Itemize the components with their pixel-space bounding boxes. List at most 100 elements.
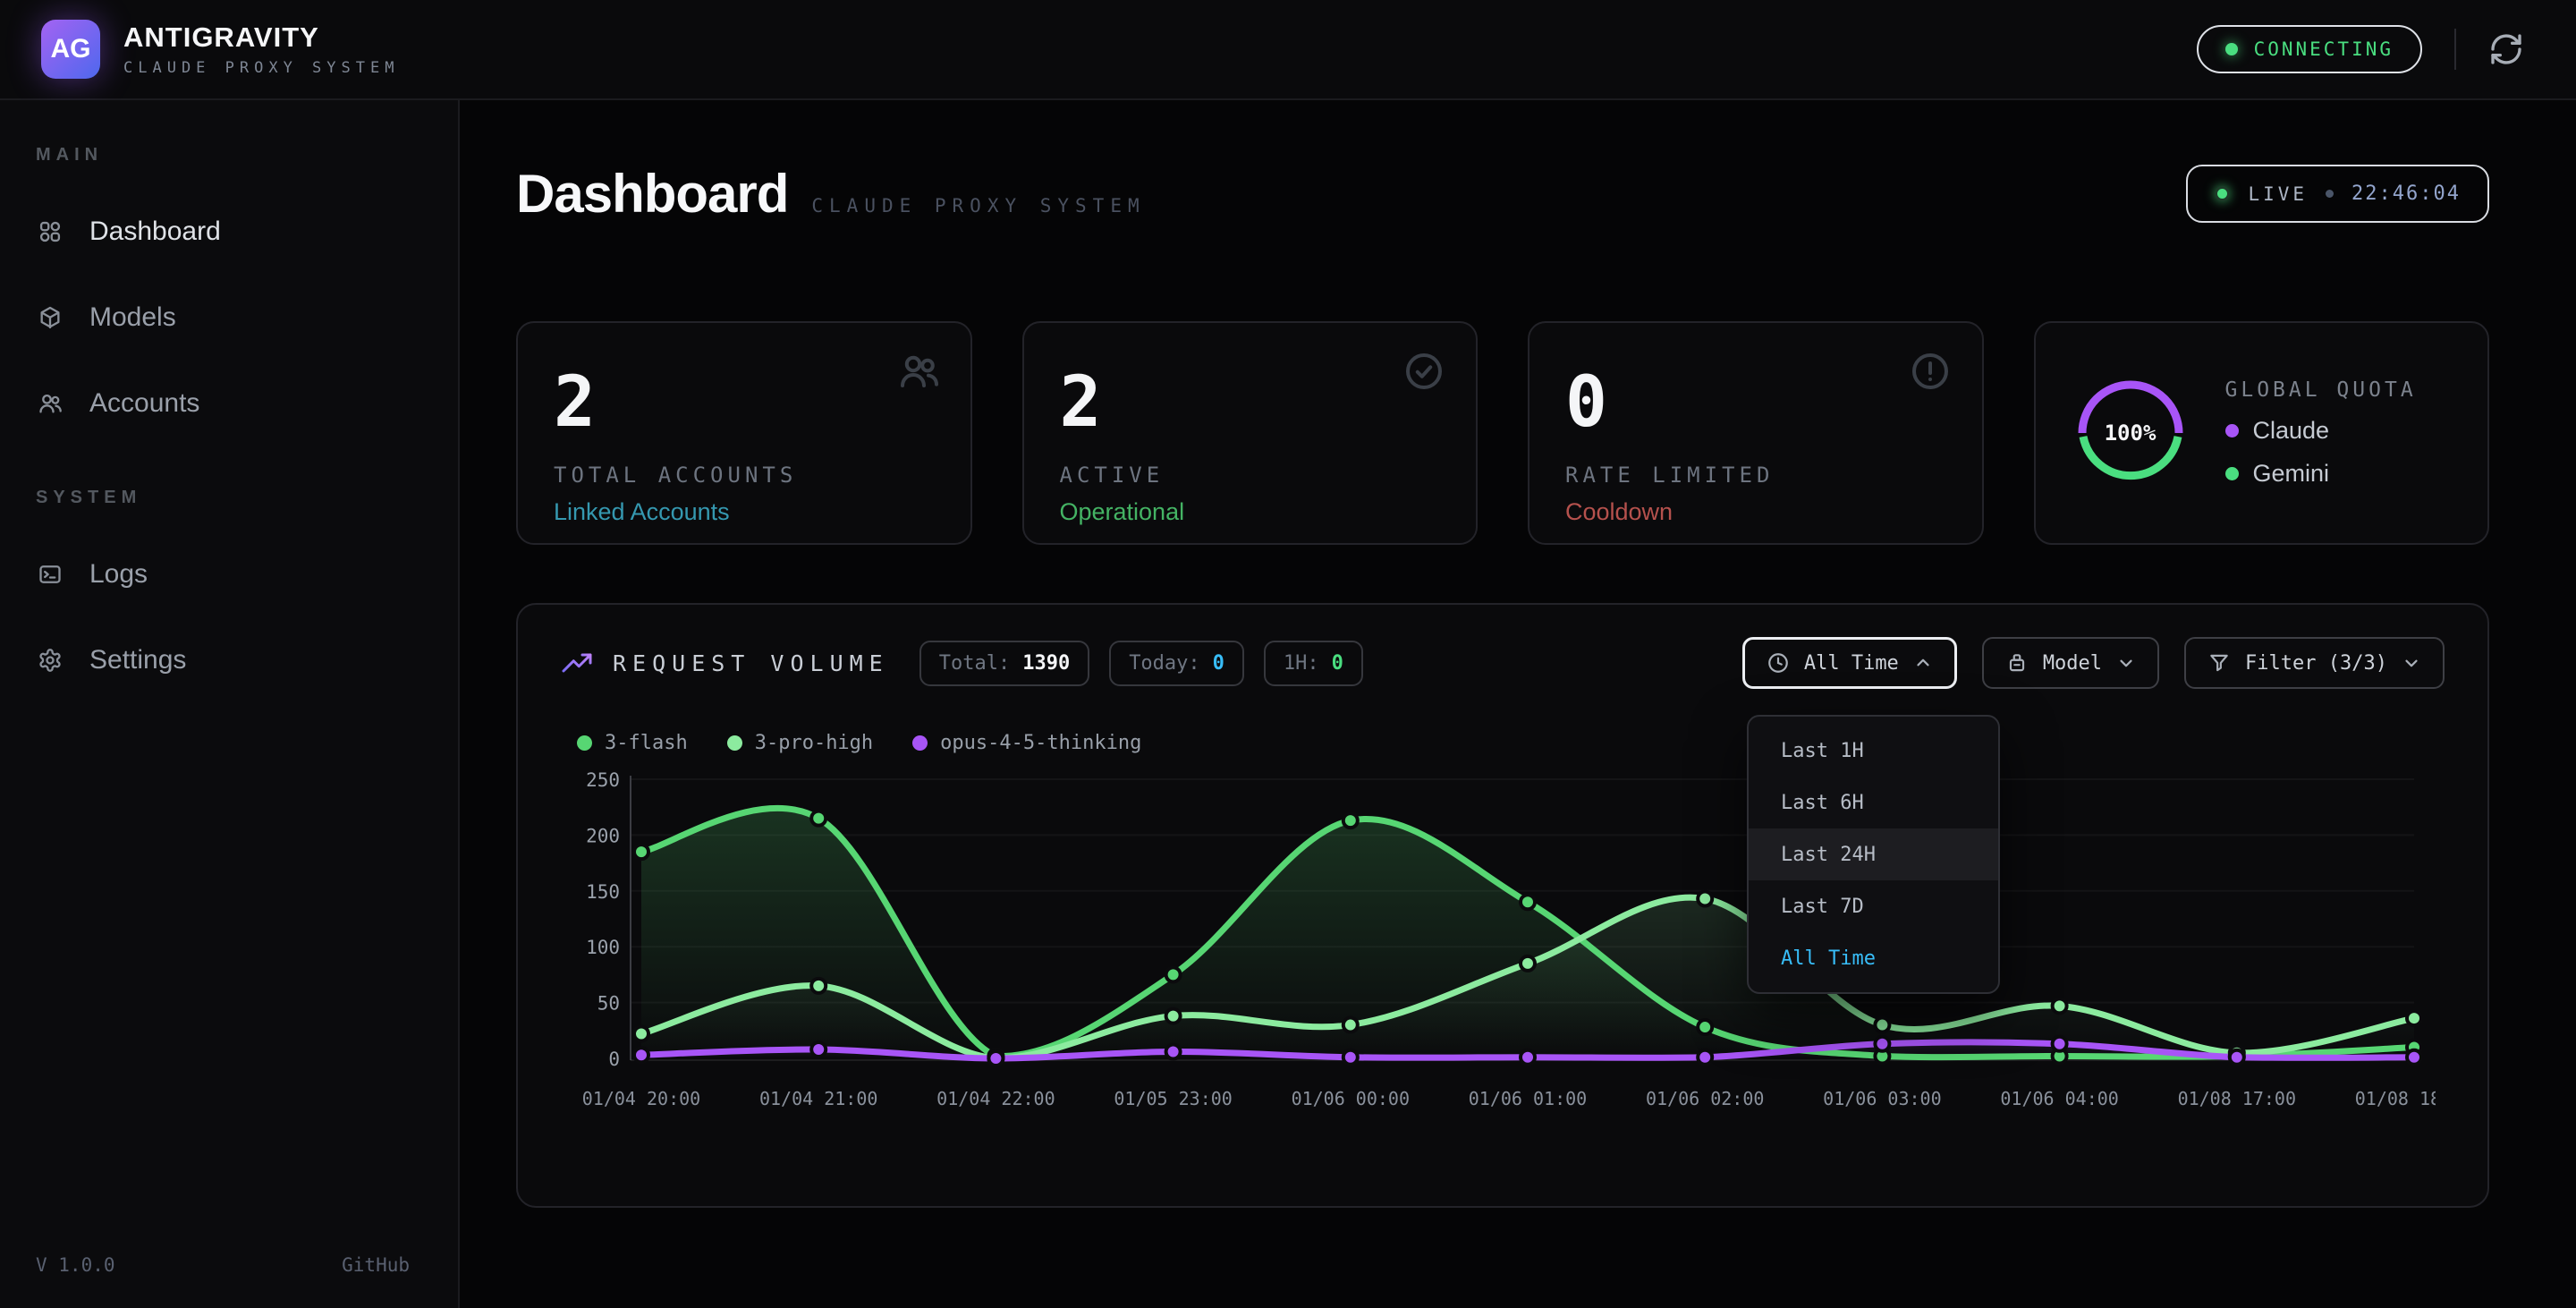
legend-dot-icon [2225,424,2239,437]
stat-label: ACTIVE [1060,463,1441,488]
box-icon [2005,651,2029,675]
global-quota-card: 100% GLOBAL QUOTA Claude Gemini [2034,321,2490,545]
connection-status-badge: CONNECTING [2197,25,2422,73]
sidebar-item-logs[interactable]: Logs [0,531,458,617]
svg-text:01/08 18:00: 01/08 18:00 [2355,1088,2436,1109]
badge-label: 1H: [1284,652,1319,675]
request-volume-card: REQUEST VOLUME Total: 1390 Today: 0 1H: 0 All… [516,603,2489,1208]
sidebar-item-accounts[interactable]: Accounts [0,361,458,446]
model-button-label: Model [2043,652,2102,675]
time-range-button[interactable]: All Time [1742,637,1957,689]
svg-text:01/04 22:00: 01/04 22:00 [936,1088,1055,1109]
svg-text:0: 0 [608,1049,620,1070]
legend-dot-icon [727,735,742,751]
svg-text:01/04 20:00: 01/04 20:00 [582,1088,700,1109]
users-icon [897,350,940,393]
stat-cards-row: 2TOTAL ACCOUNTSLinked Accounts2 ACTIVE Ope… [516,321,2489,545]
dropdown-item-last-7d[interactable]: Last 7D [1749,880,1998,932]
sidebar-item-label: Settings [89,645,186,675]
legend-label: opus-4-5-thinking [940,732,1141,754]
funnel-icon [2207,651,2231,675]
legend-label: 3-flash [605,732,688,754]
sidebar-section-label: MAIN [36,145,458,166]
badge-label: Total: [939,652,1010,675]
svg-text:01/08 17:00: 01/08 17:00 [2178,1088,2296,1109]
badge-value: 1390 [1022,652,1070,675]
sidebar-item-settings[interactable]: Settings [0,617,458,703]
brand-name: ANTIGRAVITY [123,21,399,54]
quota-legend-label: Claude [2253,417,2330,445]
time-range-dropdown: Last 1HLast 6HLast 24HLast 7DAll Time [1747,715,2000,994]
connection-status-text: CONNECTING [2254,38,2394,60]
top-navbar: AG ANTIGRAVITY CLAUDE PROXY SYSTEM CONNE… [0,0,2576,100]
chevron-up-icon [1913,653,1933,673]
stat-sublabel: Cooldown [1565,498,1946,526]
quota-label: GLOBAL QUOTA [2225,378,2417,402]
svg-text:100: 100 [586,937,620,958]
badge-value: 0 [1213,652,1224,675]
legend-item-3-flash[interactable]: 3-flash [577,732,688,754]
page-title: Dashboard [516,163,788,225]
stat-value: 2 [554,362,935,443]
svg-text:50: 50 [597,993,620,1015]
live-dot-icon [2215,186,2230,201]
svg-text:01/06 02:00: 01/06 02:00 [1646,1088,1764,1109]
svg-text:150: 150 [586,881,620,903]
stat-card-total-accounts: 2TOTAL ACCOUNTSLinked Accounts [516,321,972,545]
legend-dot-icon [2225,467,2239,480]
sidebar-item-label: Models [89,302,176,333]
badge-label: Today: [1129,652,1199,675]
stat-label: RATE LIMITED [1565,463,1946,488]
quota-legend-item: Claude [2225,417,2417,445]
chart-badge-total: Total: 1390 [919,641,1089,686]
legend-dot-icon [912,735,928,751]
chart-legend: 3-flash 3-pro-high opus-4-5-thinking [561,732,2445,754]
app-logo: AG [41,20,100,79]
sidebar-item-label: Dashboard [89,217,221,247]
svg-text:200: 200 [586,825,620,846]
svg-text:01/04 21:00: 01/04 21:00 [759,1088,877,1109]
dropdown-item-last-1h[interactable]: Last 1H [1749,725,1998,777]
page-subtitle: CLAUDE PROXY SYSTEM [811,195,1145,217]
svg-text:01/06 01:00: 01/06 01:00 [1469,1088,1587,1109]
quota-percent: 100% [2072,374,2190,492]
quota-legend-label: Gemini [2253,460,2330,488]
quota-legend-item: Gemini [2225,460,2417,488]
dropdown-item-last-24h[interactable]: Last 24H [1749,828,1998,880]
filter-button[interactable]: Filter (3/3) [2184,637,2445,689]
brand-subtitle: CLAUDE PROXY SYSTEM [123,59,399,77]
svg-text:01/06 04:00: 01/06 04:00 [2000,1088,2118,1109]
terminal-icon [38,562,63,587]
legend-label: 3-pro-high [755,732,873,754]
sidebar-item-label: Logs [89,559,148,590]
alert-circle-icon [1909,350,1952,393]
stat-card-active: 2ACTIVEOperational [1022,321,1479,545]
check-circle-icon [1402,350,1445,393]
dropdown-item-last-6h[interactable]: Last 6H [1749,777,1998,828]
svg-text:01/06 03:00: 01/06 03:00 [1823,1088,1941,1109]
chart-title: REQUEST VOLUME [613,650,889,676]
sidebar-item-models[interactable]: Models [0,275,458,361]
chart-badge-today: Today: 0 [1109,641,1244,686]
model-filter-button[interactable]: Model [1982,637,2159,689]
chevron-down-icon [2402,653,2421,673]
separator-dot-icon [2326,190,2334,198]
filter-button-label: Filter (3/3) [2245,652,2387,675]
refresh-icon[interactable] [2488,31,2524,67]
stat-card-rate-limited: 0RATE LIMITEDCooldown [1528,321,1984,545]
svg-text:250: 250 [586,770,620,791]
badge-value: 0 [1332,652,1343,675]
legend-item-3-pro-high[interactable]: 3-pro-high [727,732,873,754]
status-dot-icon [2225,43,2238,55]
stat-sublabel: Operational [1060,498,1441,526]
sidebar-item-label: Accounts [89,388,199,419]
github-link[interactable]: GitHub [342,1254,410,1276]
chart-badge-1h: 1H: 0 [1264,641,1363,686]
live-label: LIVE [2248,183,2308,205]
sidebar-item-dashboard[interactable]: Dashboard [0,189,458,275]
grid-icon [38,219,63,244]
cube-icon [38,305,63,330]
sidebar-spacer [0,446,458,488]
dropdown-item-all-time[interactable]: All Time [1749,932,1998,984]
legend-item-opus-4-5-thinking[interactable]: opus-4-5-thinking [912,732,1141,754]
